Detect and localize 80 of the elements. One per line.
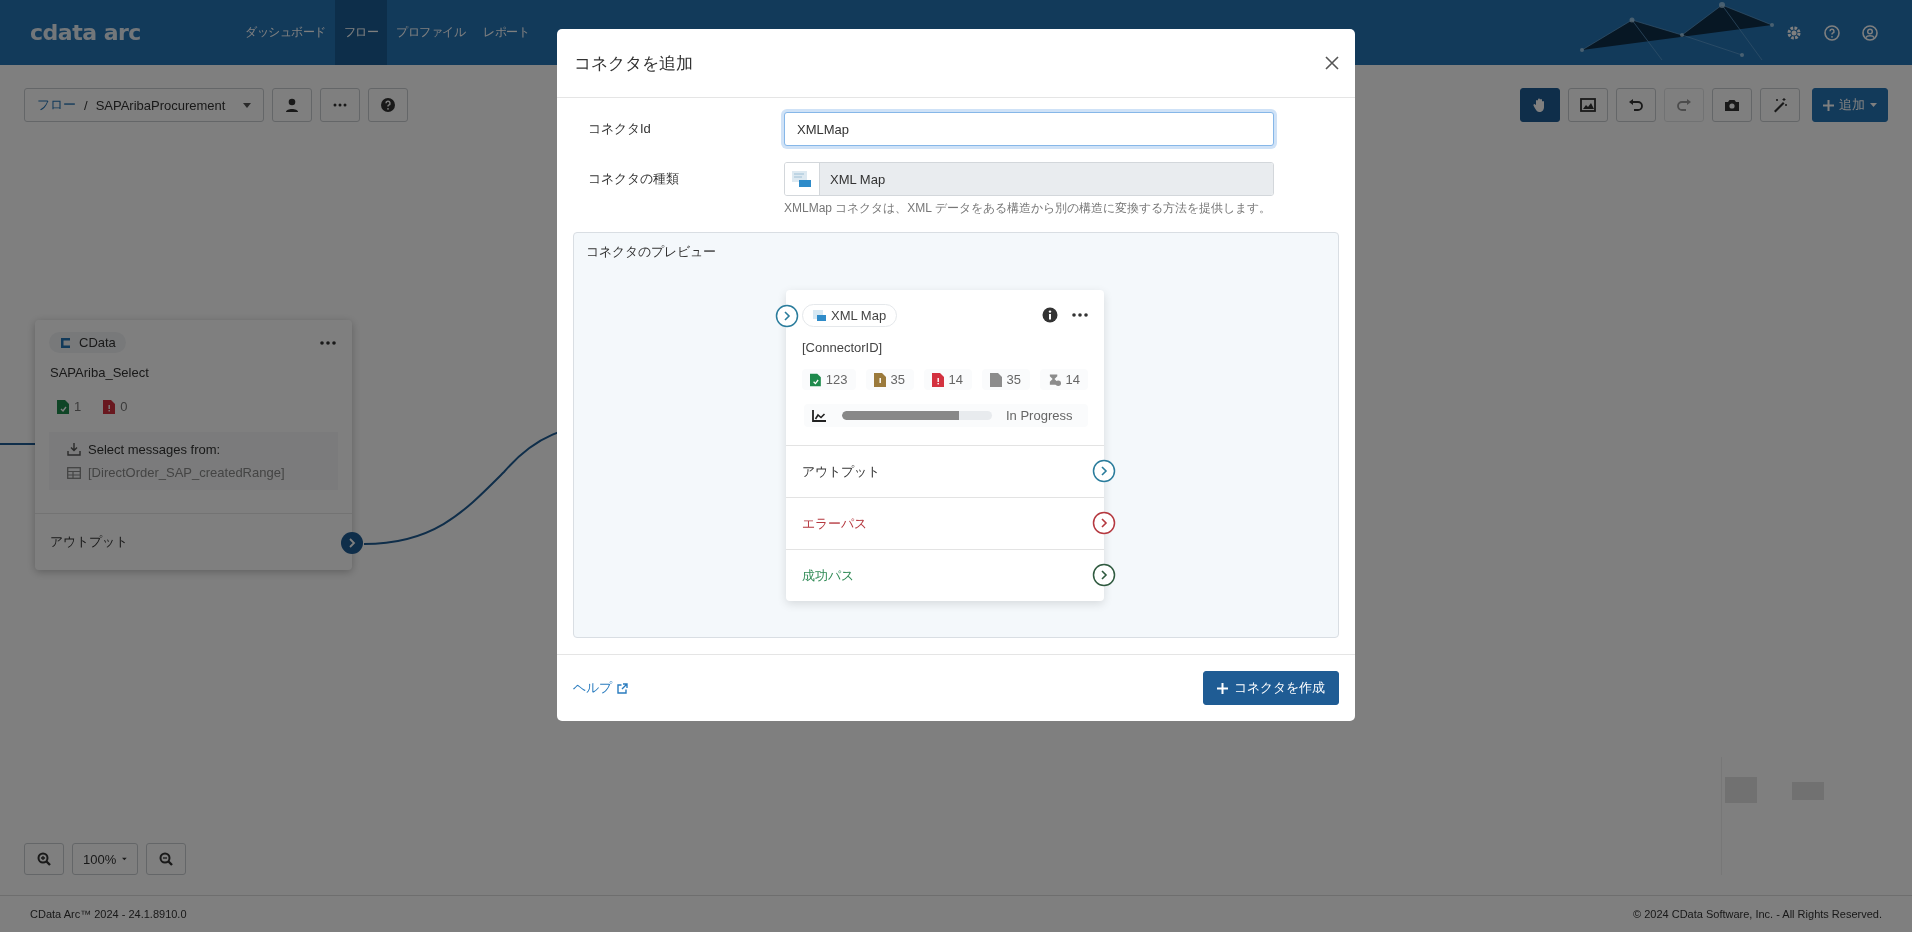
- zoom-out-button[interactable]: [146, 843, 186, 875]
- close-icon[interactable]: [1325, 56, 1339, 70]
- connector-type-badge: CData: [49, 332, 126, 353]
- breadcrumb-link[interactable]: フロー: [37, 96, 76, 114]
- app-logo[interactable]: cdata arc: [0, 0, 236, 65]
- more-icon[interactable]: [1072, 313, 1088, 317]
- connector-name: SAPAriba_Select: [49, 364, 150, 380]
- message-count: 123: [825, 372, 848, 387]
- flow-name: SAPAribaProcurement: [95, 97, 226, 113]
- nav-tab[interactable]: フロー: [334, 0, 387, 65]
- xml-map-icon: [792, 170, 812, 188]
- chart-icon: [812, 409, 826, 422]
- output-label: アウトプット: [50, 533, 128, 551]
- zoom-level-dropdown[interactable]: 100%: [72, 843, 138, 875]
- create-connector-button[interactable]: コネクタを作成: [1203, 671, 1339, 705]
- port-label: 成功パス: [802, 566, 854, 585]
- message-count: 35: [1006, 372, 1021, 387]
- file-icon: [873, 372, 886, 387]
- settings-icon[interactable]: [1786, 24, 1802, 41]
- dialog-title: コネクタを追加: [574, 52, 693, 75]
- message-count: 35: [890, 372, 905, 387]
- connector-type-field: XML Map: [784, 162, 1274, 196]
- port-label: アウトプット: [802, 462, 880, 481]
- help-button[interactable]: [368, 88, 408, 122]
- user-icon: [284, 97, 300, 113]
- connector-id-text: [ConnectorID]: [801, 339, 884, 355]
- add-button[interactable]: 追加: [1812, 88, 1888, 122]
- plus-icon: [1217, 682, 1228, 694]
- progress-status: In Progress: [1006, 408, 1073, 423]
- caret-icon: [122, 857, 127, 861]
- preview-title: コネクタのプレビュー: [585, 243, 717, 261]
- select-label: Select messages from:: [88, 442, 221, 457]
- field-label: コネクタの種類: [587, 170, 680, 188]
- message-count: 14: [1065, 372, 1080, 387]
- connector-id-field[interactable]: XMLMap: [784, 112, 1274, 146]
- copyright-text: © 2024 CData Software, Inc. - All Rights Reserved.: [1633, 908, 1882, 920]
- message-count: 14: [948, 372, 963, 387]
- version-text: CData Arc™ 2024 - 24.1.8910.0: [30, 908, 187, 920]
- connection-line: [0, 443, 36, 445]
- tool-button[interactable]: [1520, 88, 1560, 122]
- hourglass-icon: [1047, 372, 1061, 387]
- user-button[interactable]: [272, 88, 312, 122]
- file-icon: [810, 372, 821, 387]
- flow-breadcrumb-dropdown[interactable]: フロー / SAPAribaProcurement: [24, 88, 264, 122]
- help-icon: [380, 97, 396, 113]
- file-icon: [57, 399, 69, 414]
- undo-icon: [1628, 97, 1644, 113]
- file-icon: [931, 372, 944, 387]
- nav-tab[interactable]: プロファイル: [387, 0, 474, 65]
- image-icon: [1580, 97, 1596, 113]
- connector-card[interactable]: CData SAPAriba_Select 1 0 Select messages from: [DirectOrder_SAP_createdRange] アウトプット: [35, 320, 352, 570]
- nav-tab[interactable]: ダッシュボード: [236, 0, 335, 65]
- breadcrumb-separator: /: [84, 97, 88, 113]
- table-name: [DirectOrder_SAP_createdRange]: [88, 465, 285, 480]
- caret-icon: [243, 102, 251, 108]
- message-count: 0: [120, 399, 128, 414]
- file-icon: [103, 399, 116, 414]
- magic-wand-icon: [1772, 97, 1788, 113]
- xml-map-icon: [813, 309, 826, 321]
- message-count: 1: [74, 399, 82, 414]
- output-port-icon[interactable]: [340, 531, 364, 555]
- help-icon[interactable]: [1824, 24, 1840, 41]
- nav-tab[interactable]: レポート: [474, 0, 538, 65]
- plus-icon: [1823, 99, 1834, 111]
- caret-icon: [1870, 103, 1877, 107]
- zoom-in-icon: [37, 852, 51, 866]
- external-link-icon: [617, 682, 628, 694]
- download-icon: [67, 443, 81, 456]
- field-label: コネクタId: [587, 120, 652, 138]
- file-icon: [989, 372, 1002, 387]
- zoom-in-button[interactable]: [24, 843, 64, 875]
- help-text: XMLMap コネクタは、XML データをある構造から別の構造に変換する方法を提供します。: [784, 200, 1272, 217]
- zoom-out-icon: [159, 852, 173, 866]
- camera-icon: [1724, 97, 1740, 113]
- table-icon: [67, 466, 81, 479]
- user-icon[interactable]: [1862, 24, 1878, 41]
- logo-icon: [59, 336, 71, 349]
- help-link[interactable]: ヘルプ: [573, 679, 628, 697]
- info-icon[interactable]: [1042, 307, 1058, 323]
- port-label: エラーパス: [802, 514, 867, 533]
